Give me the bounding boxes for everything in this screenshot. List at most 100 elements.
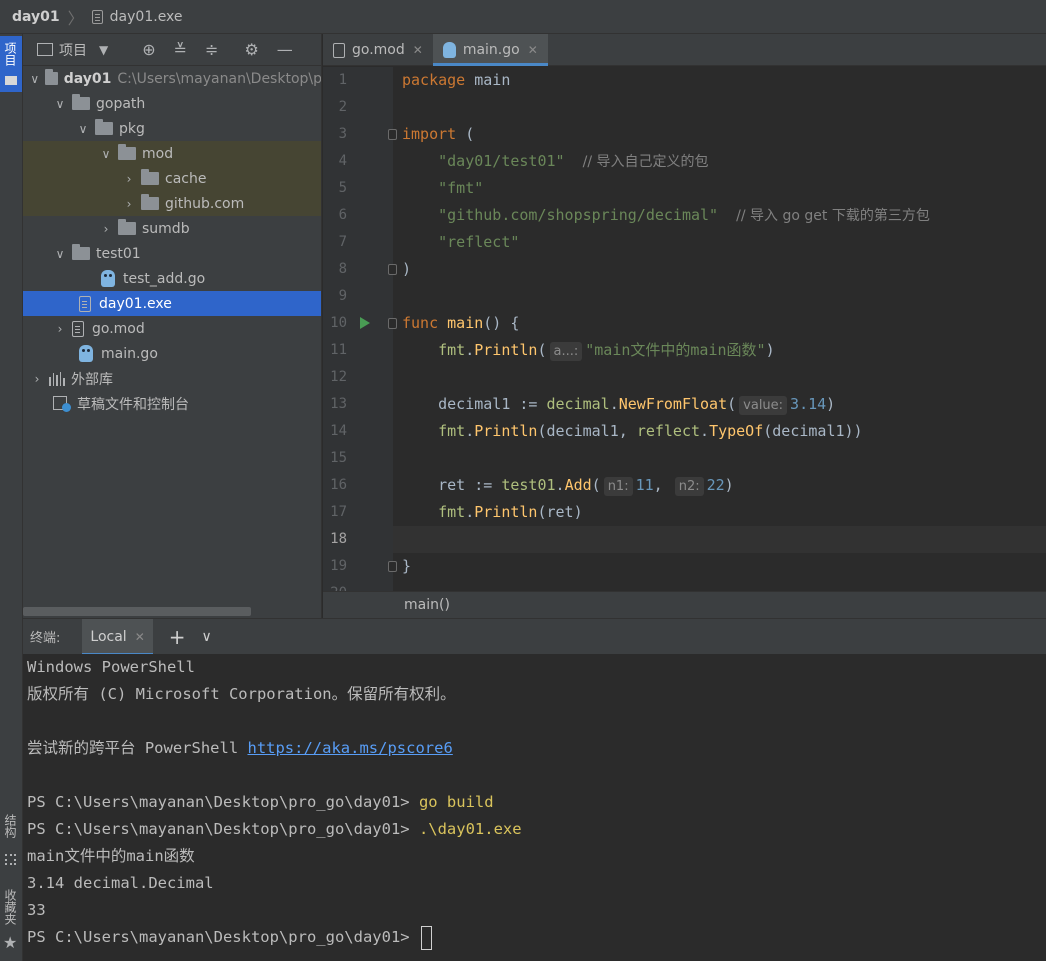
tab-go-mod[interactable]: go.mod ✕: [323, 34, 433, 66]
tree-label: main.go: [101, 345, 158, 362]
tree-item-go-mod[interactable]: › go.mod: [23, 316, 321, 341]
chevron-right-icon[interactable]: ›: [121, 172, 137, 186]
string-literal: "github.com/shopspring/decimal": [438, 206, 719, 224]
line-number: 9: [338, 288, 347, 304]
fold-marker-icon[interactable]: [388, 318, 397, 329]
project-tool-label: 项目: [3, 42, 17, 66]
fold-marker-icon[interactable]: [388, 129, 397, 140]
line-number: 7: [338, 234, 347, 250]
terminal-output[interactable]: Windows PowerShell 版权所有 (C) Microsoft Co…: [23, 654, 1046, 961]
current-line-highlight: [393, 526, 1046, 553]
tree-item-day01[interactable]: ∨ day01 C:\Users\mayanan\Desktop\p: [23, 66, 322, 91]
terminal-line: Windows PowerShell: [27, 654, 195, 681]
tree-item-external-libraries[interactable]: › 外部库: [23, 366, 321, 391]
minimize-icon[interactable]: —: [277, 40, 293, 59]
breadcrumb-project[interactable]: day01: [12, 9, 60, 25]
tab-main-go[interactable]: main.go ✕: [432, 34, 548, 66]
terminal-text: 版权所有 (C) Microsoft Corporation。保留所有权利。: [27, 685, 456, 703]
tree-item-gopath[interactable]: ∨ gopath: [23, 91, 321, 116]
number-literal: 3.14: [790, 395, 827, 413]
chevron-right-icon[interactable]: ›: [29, 372, 45, 386]
terminal-line: 版权所有 (C) Microsoft Corporation。保留所有权利。: [27, 681, 456, 708]
terminal-line: 尝试新的跨平台 PowerShell https://aka.ms/pscore…: [27, 735, 453, 762]
tree-item-main-go[interactable]: main.go: [23, 341, 321, 366]
tree-item-day01-exe[interactable]: day01.exe: [23, 291, 321, 316]
structure-tool-tab[interactable]: 结构: [0, 814, 22, 874]
editor-breadcrumb[interactable]: main(): [323, 591, 1046, 618]
folder-icon: [95, 119, 113, 135]
tree-item-scratches[interactable]: 草稿文件和控制台: [23, 391, 321, 416]
chevron-right-icon[interactable]: ›: [98, 222, 114, 236]
line-number: 16: [330, 477, 347, 493]
chevron-down-icon[interactable]: ∨: [202, 629, 212, 645]
line-number: 1: [338, 72, 347, 88]
line-number: 20: [323, 580, 347, 591]
terminal-command: go build: [418, 793, 494, 811]
gear-icon[interactable]: ⚙: [244, 40, 258, 59]
file-icon: [91, 9, 103, 24]
breadcrumb-file[interactable]: day01.exe: [110, 9, 183, 25]
line-number: 8: [338, 261, 347, 277]
keyword: func: [402, 314, 439, 332]
code-line: "fmt": [402, 175, 483, 202]
file-icon: [79, 295, 91, 312]
breadcrumb-function[interactable]: main(): [404, 597, 450, 613]
punctuation: () {: [483, 314, 520, 332]
add-icon[interactable]: +: [169, 625, 186, 649]
line-number: 4: [338, 153, 347, 169]
close-icon[interactable]: ✕: [413, 43, 423, 57]
collapse-all-icon[interactable]: ≑: [205, 40, 218, 59]
favorites-tool-label: 收藏夹: [3, 889, 17, 925]
expand-all-icon[interactable]: ≚: [174, 40, 187, 59]
horizontal-scrollbar[interactable]: [23, 607, 251, 616]
chevron-right-icon[interactable]: ›: [52, 322, 68, 336]
run-icon[interactable]: [360, 317, 370, 329]
function-name: main: [447, 314, 484, 332]
terminal-tab-label: Local: [90, 628, 127, 645]
project-panel: 项目 ▼ ⊕ ≚ ≑ ⚙ — ∨ day01 C:\Users\mayanan\…: [23, 34, 322, 618]
tree-label: gopath: [96, 95, 146, 112]
terminal-text: 33: [27, 901, 46, 919]
tree-item-test01[interactable]: ∨ test01: [23, 241, 321, 266]
left-tool-stripe: 项目 结构 收藏夹 ★: [0, 34, 23, 961]
code-editor[interactable]: 1 2 3 4 5 6 7 8 9 10 11 12 13 14 15 16 1…: [323, 67, 1046, 591]
code-line: fmt.Println(a...: "main文件中的main函数"): [438, 341, 775, 361]
terminal-link[interactable]: https://aka.ms/pscore6: [247, 739, 452, 757]
terminal-tab-local[interactable]: Local ✕: [82, 618, 154, 655]
folder-icon: [141, 194, 159, 210]
chevron-down-icon[interactable]: ∨: [52, 247, 68, 261]
string-literal: "day01/test01": [438, 152, 565, 170]
project-view-title[interactable]: 项目: [59, 40, 87, 60]
tree-item-github[interactable]: › github.com: [23, 191, 321, 216]
favorites-tool-tab[interactable]: 收藏夹 ★: [0, 889, 22, 955]
parameter-hint: a...:: [549, 342, 583, 361]
terminal-line: main文件中的main函数: [27, 843, 195, 870]
close-icon[interactable]: ✕: [135, 630, 145, 644]
tree-label: go.mod: [92, 320, 145, 337]
identifier: (decimal1)): [763, 422, 863, 440]
project-tool-tab[interactable]: 项目: [0, 36, 22, 92]
chevron-down-icon[interactable]: ∨: [98, 147, 114, 161]
tree-item-test-add[interactable]: test_add.go: [23, 266, 321, 291]
tree-item-mod[interactable]: ∨ mod: [23, 141, 321, 166]
chevron-right-icon[interactable]: ›: [121, 197, 137, 211]
tree-item-pkg[interactable]: ∨ pkg: [23, 116, 321, 141]
package-ref: fmt: [438, 422, 466, 440]
editor-gutter: 1 2 3 4 5 6 7 8 9 10 11 12 13 14 15 16 1…: [323, 67, 397, 591]
chevron-down-icon[interactable]: ∨: [75, 122, 91, 136]
tree-item-cache[interactable]: › cache: [23, 166, 321, 191]
tree-path: C:\Users\mayanan\Desktop\p: [117, 70, 322, 87]
tab-label: go.mod: [352, 42, 405, 58]
punctuation: ): [402, 260, 412, 278]
identifier: (ret): [537, 503, 583, 521]
chevron-down-icon[interactable]: ▼: [99, 43, 108, 57]
close-icon[interactable]: ✕: [528, 43, 538, 57]
fold-marker-icon[interactable]: [388, 264, 397, 275]
chevron-down-icon[interactable]: ∨: [29, 72, 41, 86]
chevron-down-icon[interactable]: ∨: [52, 97, 68, 111]
locate-icon[interactable]: ⊕: [142, 40, 155, 59]
tree-item-sumdb[interactable]: › sumdb: [23, 216, 321, 241]
code-line: ret := test01.Add(n1: 11, n2: 22): [438, 476, 734, 496]
terminal-line: PS C:\Users\mayanan\Desktop\pro_go\day01…: [27, 816, 522, 843]
fold-marker-icon[interactable]: [388, 561, 397, 572]
